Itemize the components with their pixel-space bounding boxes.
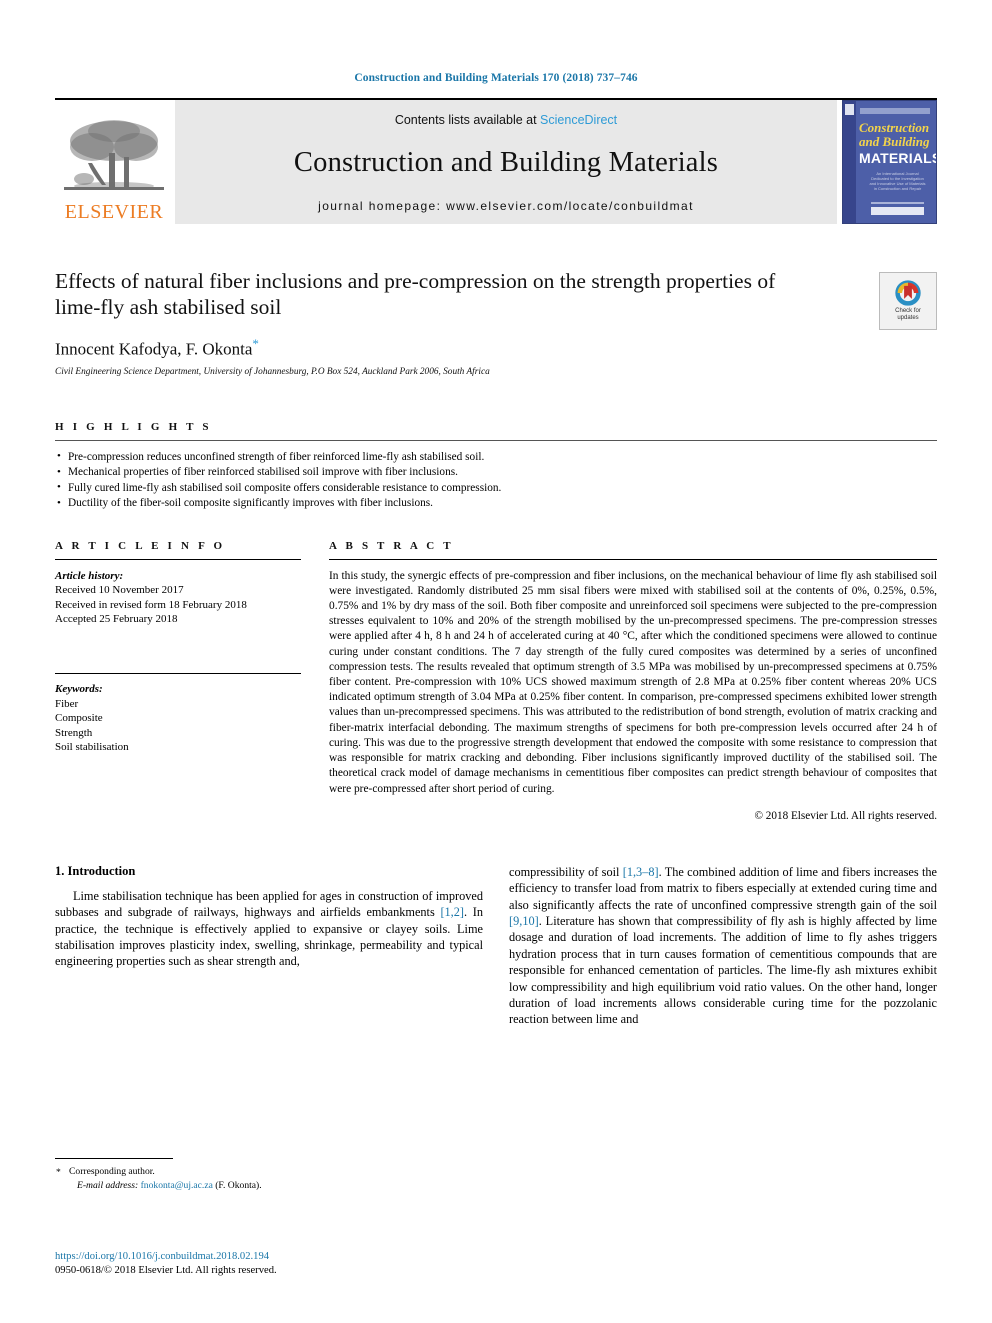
history-revised: Received in revised form 18 February 201… [55,598,247,611]
contents-available-line: Contents lists available at ScienceDirec… [395,113,617,127]
keywords-divider [55,673,301,675]
footnote-star-marker: * [56,1167,61,1178]
cover-subtitle: An International Journal Dedicated to th… [869,171,926,191]
elsevier-wordmark: ELSEVIER [64,201,164,223]
author-affiliation: Civil Engineering Science Department, Un… [55,366,490,377]
section-heading-introduction: 1. Introduction [55,863,136,878]
crossmark-icon [895,280,921,306]
email-label: E-mail address: [77,1179,139,1191]
author-list: Innocent Kafodya, F. Okonta* [55,336,937,360]
crossmark-line2: updates [897,315,919,321]
email-link[interactable]: fnokonta@uj.ac.za [141,1180,213,1191]
intro-right-text-a: compressibility of soil [509,864,623,879]
cover-badge-icon [845,104,854,115]
citation-link[interactable]: [9,10] [509,914,539,928]
abstract-column: A B S T R A C T In this study, the syner… [329,540,937,822]
cover-footline [871,202,924,204]
keyword-item: Fiber [55,697,79,710]
intro-paragraph-left: Lime stabilisation technique has been ap… [55,888,483,970]
citation-link[interactable]: [1,2] [440,905,464,919]
sciencedirect-link[interactable]: ScienceDirect [540,113,617,127]
keyword-item: Strength [55,726,93,739]
doi-link[interactable]: https://doi.org/10.1016/j.conbuildmat.20… [55,1250,483,1264]
corresponding-author-marker: * [252,336,259,351]
contents-prefix: Contents lists available at [394,113,541,127]
list-item: Ductility of the fiber-soil composite si… [55,496,937,512]
cover-title-line2: and Building [859,134,930,149]
journal-masthead: ELSEVIER Contents lists available at Sci… [55,98,937,224]
paper-page: Construction and Building Materials 170 … [0,0,992,1323]
highlights-section: H I G H L I G H T S Pre-compression redu… [55,421,937,512]
cover-publisher-block [871,207,924,215]
footnote-block: * Corresponding author. E-mail address: f… [55,1158,483,1192]
info-abstract-row: A R T I C L E I N F O Article history: R… [55,540,937,822]
crossmark-badge[interactable]: Check for updates [879,272,937,330]
citation-link[interactable]: [1,3–8] [623,865,659,879]
highlights-heading: H I G H L I G H T S [55,420,212,433]
article-history-block: Article history: Received 10 November 20… [55,569,301,627]
intro-left-column: 1. Introduction Lime stabilisation techn… [55,864,483,1028]
list-item: Mechanical properties of fiber reinforce… [55,465,937,481]
article-info-heading: A R T I C L E I N F O [55,539,226,552]
email-suffix: (F. Okonta). [212,1179,262,1191]
journal-cover-thumbnail: Construction and Building MATERIALS An I… [842,100,937,224]
cover-title-line1: Construction [859,120,930,135]
title-block: Effects of natural fiber inclusions and … [55,268,937,377]
email-note: E-mail address: fnokonta@uj.ac.za (F. Ok… [55,1179,483,1193]
article-info-divider [55,558,301,560]
author-names: Innocent Kafodya, F. Okonta [55,339,253,359]
cover-spine [843,101,856,223]
keyword-item: Soil stabilisation [55,741,129,754]
list-item: Fully cured lime-fly ash stabilised soil… [55,480,937,497]
history-accepted: Accepted 25 February 2018 [55,613,178,626]
corresponding-author-note: * Corresponding author. [55,1165,483,1179]
highlights-divider [55,439,937,441]
page-title: Effects of natural fiber inclusions and … [55,269,776,319]
intro-right-text-c: . Literature has shown that compressibil… [509,913,937,1027]
issn-copyright-line: 0950-0618/© 2018 Elsevier Ltd. All right… [55,1265,277,1276]
abstract-text: In this study, the synergic effects of p… [329,569,937,795]
keywords-label: Keywords: [55,683,103,696]
journal-homepage-link[interactable]: journal homepage: www.elsevier.com/locat… [318,199,694,213]
history-received: Received 10 November 2017 [55,584,184,597]
cover-title-line3: MATERIALS [859,150,937,166]
crossmark-line1: Check for [895,308,921,314]
page-footer: https://doi.org/10.1016/j.conbuildmat.20… [55,1250,483,1278]
elsevier-tree-icon [64,120,164,190]
journal-band: Contents lists available at ScienceDirec… [175,100,837,224]
introduction-section: 1. Introduction Lime stabilisation techn… [55,864,937,1028]
corresponding-author-text: Corresponding author. [69,1166,155,1177]
article-history-label: Article history: [55,569,124,582]
copyright-line: © 2018 Elsevier Ltd. All rights reserved… [754,809,938,822]
keywords-block: Keywords: Fiber Composite Strength Soil … [55,673,301,755]
intro-paragraph-right: compressibility of soil [1,3–8]. The com… [509,864,937,1028]
footnote-rule [55,1158,173,1159]
highlights-list: Pre-compression reduces unconfined stren… [55,449,937,512]
elsevier-logo: ELSEVIER [55,100,173,224]
intro-left-text-a: Lime stabilisation technique has been ap… [55,888,483,920]
running-head: Construction and Building Materials 170 … [354,72,638,84]
list-item: Pre-compression reduces unconfined stren… [55,449,937,466]
crossmark-label: Check for updates [895,308,921,322]
abstract-heading: A B S T R A C T [329,539,454,552]
intro-right-column: compressibility of soil [1,3–8]. The com… [509,864,937,1028]
keyword-item: Composite [55,712,103,725]
article-info-column: A R T I C L E I N F O Article history: R… [55,540,301,822]
abstract-divider [329,558,937,560]
cover-topbar [860,108,930,114]
journal-title: Construction and Building Materials [293,147,719,178]
